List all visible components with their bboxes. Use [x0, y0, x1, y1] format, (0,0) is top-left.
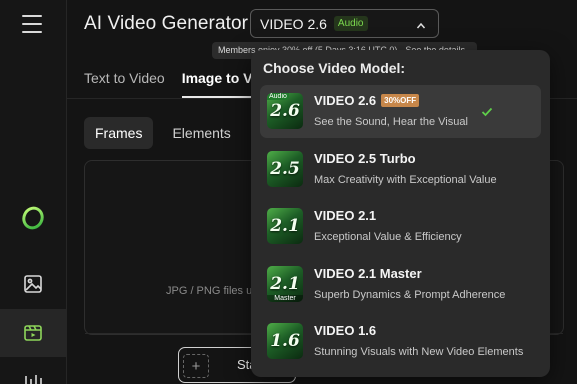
chevron-up-icon [416, 18, 426, 36]
model-name: VIDEO 2.1 Master [314, 266, 422, 281]
model-option-video-2-1[interactable]: 2.1 VIDEO 2.1 Exceptional Value & Effici… [260, 200, 541, 253]
model-thumbnail: 2.5 [267, 151, 303, 187]
model-dropdown-menu: Choose Video Model: Audio 2.6 VIDEO 2.6 3… [251, 50, 550, 377]
model-name: VIDEO 2.5 Turbo [314, 151, 416, 166]
model-thumbnail: 2.1 [267, 208, 303, 244]
thumb-version: 2.5 [270, 159, 300, 179]
sliders-icon[interactable] [0, 360, 66, 384]
video-film-icon[interactable] [0, 309, 66, 357]
discount-badge: 30%OFF [381, 94, 420, 107]
brand-ring-icon[interactable] [0, 194, 66, 242]
page-title: AI Video Generator [84, 13, 249, 34]
tab-text-to-video[interactable]: Text to Video [84, 70, 165, 98]
input-subtabs: Frames Elements [84, 117, 250, 149]
model-description: Superb Dynamics & Prompt Adherence [314, 289, 506, 301]
model-thumbnail: 2.1 Master [267, 266, 303, 302]
model-select-dropdown[interactable]: VIDEO 2.6 Audio [250, 9, 439, 38]
thumb-version: 1.6 [270, 331, 300, 351]
audio-badge: Audio [333, 16, 368, 31]
model-option-video-2-1-master[interactable]: 2.1 Master VIDEO 2.1 Master Superb Dynam… [260, 258, 541, 311]
image-icon[interactable] [0, 260, 66, 308]
model-option-video-1-6[interactable]: 1.6 VIDEO 1.6 Stunning Visuals with New … [260, 315, 541, 368]
left-rail [0, 0, 67, 384]
model-description: See the Sound, Hear the Visual [314, 116, 468, 128]
thumb-top-tag: Audio [267, 93, 289, 100]
model-option-video-2-5-turbo[interactable]: 2.5 VIDEO 2.5 Turbo Max Creativity with … [260, 143, 541, 196]
model-description: Max Creativity with Exceptional Value [314, 174, 497, 186]
model-description: Stunning Visuals with New Video Elements [314, 346, 524, 358]
subtab-frames[interactable]: Frames [84, 117, 154, 149]
model-select-value: VIDEO 2.6 [260, 15, 327, 32]
thumb-version: 2.1 [270, 274, 300, 294]
model-name: VIDEO 1.6 [314, 323, 377, 338]
model-name: VIDEO 2.1 [314, 208, 377, 223]
model-thumbnail: Audio 2.6 [267, 93, 303, 129]
dropdown-title: Choose Video Model: [263, 60, 406, 76]
model-name: VIDEO 2.6 30%OFF [314, 93, 420, 108]
thumb-version: 2.1 [270, 216, 300, 236]
model-thumbnail: 1.6 [267, 323, 303, 359]
model-description: Exceptional Value & Efficiency [314, 231, 462, 243]
plus-icon: + [183, 354, 209, 378]
subtab-elements[interactable]: Elements [161, 117, 241, 149]
thumb-bottom-tag: Master [267, 295, 303, 302]
hamburger-icon[interactable] [22, 15, 42, 33]
model-name-text: VIDEO 2.6 [314, 93, 377, 108]
thumb-version: 2.6 [270, 101, 300, 121]
check-icon [481, 104, 493, 122]
model-option-video-2-6[interactable]: Audio 2.6 VIDEO 2.6 30%OFF See the Sound,… [260, 85, 541, 138]
